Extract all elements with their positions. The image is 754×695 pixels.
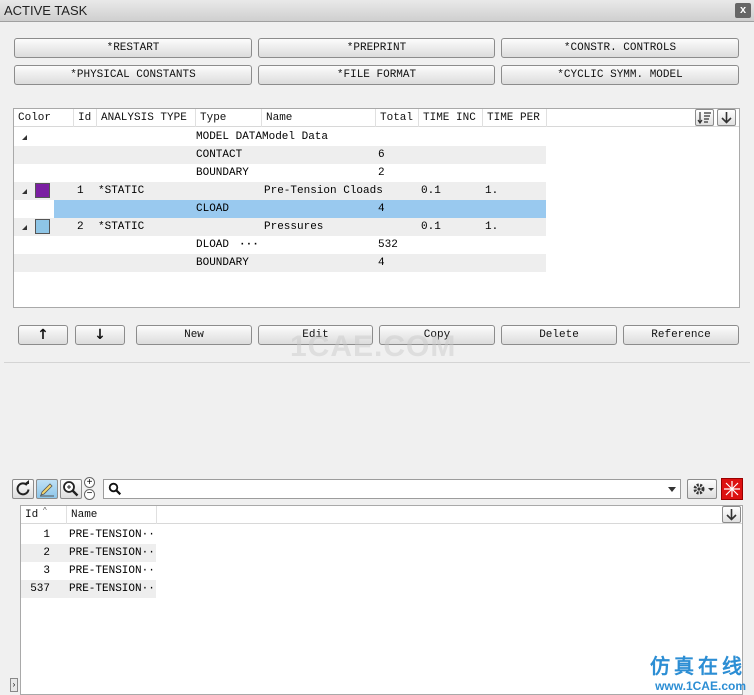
col-total[interactable]: Total bbox=[376, 109, 419, 127]
col-id[interactable]: Id bbox=[74, 109, 97, 127]
set-list[interactable]: Id ^ Name 1 PRE-TENSION·· 2 PRE-TENSION·… bbox=[20, 505, 743, 695]
collapse-arrow-icon[interactable] bbox=[717, 109, 736, 126]
col-name[interactable]: Name bbox=[67, 506, 157, 524]
delete-button[interactable]: Delete bbox=[501, 325, 617, 345]
preprint-button[interactable]: *PREPRINT bbox=[258, 38, 495, 58]
highlight-icon[interactable] bbox=[36, 479, 58, 499]
zoom-icon[interactable] bbox=[60, 479, 82, 499]
col-name[interactable]: Name bbox=[262, 109, 376, 127]
row-type: BOUNDARY bbox=[196, 167, 249, 179]
row-total: 6 bbox=[378, 149, 385, 161]
row-analysis-type: *STATIC bbox=[98, 221, 145, 233]
color-swatch[interactable] bbox=[35, 183, 50, 198]
burst-icon[interactable] bbox=[721, 478, 743, 500]
row-type: BOUNDARY bbox=[196, 257, 249, 269]
move-down-button[interactable]: ↓ bbox=[75, 325, 125, 345]
row-total: 4 bbox=[378, 257, 385, 269]
move-up-button[interactable]: ↑ bbox=[18, 325, 68, 345]
refresh-icon[interactable] bbox=[12, 479, 34, 499]
set-browser-panel: + − Id ^ Name 1 PRE-TENSION·· 2 PRE-TENS… bbox=[0, 470, 754, 695]
item-id: 1 bbox=[43, 529, 50, 541]
reference-button[interactable]: Reference bbox=[623, 325, 739, 345]
cyclic-symm-model-button[interactable]: *CYCLIC SYMM. MODEL bbox=[501, 65, 739, 85]
item-name: PRE-TENSION·· bbox=[69, 565, 155, 577]
row-time-per: 1. bbox=[485, 185, 499, 197]
row-id: 1 bbox=[77, 185, 84, 197]
panel-toggle-icon[interactable]: › bbox=[10, 678, 18, 692]
analysis-tree[interactable]: Color Id ANALYSIS TYPE Type Name Total T… bbox=[13, 108, 740, 308]
tree-row[interactable]: CONTACT 6 bbox=[14, 146, 546, 164]
col-type[interactable]: Type bbox=[196, 109, 262, 127]
gear-icon[interactable] bbox=[687, 479, 717, 499]
list-header: Id ^ Name bbox=[21, 506, 742, 524]
row-type: CONTACT bbox=[196, 149, 243, 161]
list-item[interactable]: 537 PRE-TENSION·· bbox=[21, 580, 156, 598]
collapse-all-icon[interactable]: − bbox=[84, 489, 95, 500]
expand-all-icon[interactable]: + bbox=[84, 477, 95, 488]
sort-icon[interactable] bbox=[695, 109, 714, 126]
search-input[interactable] bbox=[103, 479, 681, 499]
brand-logo: 仿真在线 www.1CAE.com bbox=[650, 650, 746, 693]
close-icon[interactable]: x bbox=[735, 3, 751, 18]
row-type: CLOAD bbox=[196, 203, 230, 215]
item-id: 2 bbox=[43, 547, 50, 559]
tree-row[interactable]: MODEL DATA Model Data bbox=[14, 128, 546, 146]
watermark: 1CAE.COM bbox=[290, 330, 457, 363]
col-time-per[interactable]: TIME PER bbox=[483, 109, 547, 127]
row-type: MODEL DATA bbox=[196, 131, 263, 143]
tree-row[interactable]: 1 *STATIC Pre-Tension Cloads 0.1 1. bbox=[14, 182, 546, 200]
restart-button[interactable]: *RESTART bbox=[14, 38, 252, 58]
tree-row-selected[interactable]: CLOAD 4 bbox=[54, 200, 546, 218]
item-id: 3 bbox=[43, 565, 50, 577]
list-item[interactable]: 3 PRE-TENSION·· bbox=[21, 562, 156, 580]
tree-header: Color Id ANALYSIS TYPE Type Name Total T… bbox=[14, 109, 739, 127]
collapse-arrow-icon[interactable] bbox=[722, 506, 741, 523]
row-name: Model Data bbox=[262, 131, 329, 143]
item-name: PRE-TENSION·· bbox=[69, 547, 155, 559]
col-color[interactable]: Color bbox=[14, 109, 74, 127]
constr-controls-button[interactable]: *CONSTR. CONTROLS bbox=[501, 38, 739, 58]
tree-row[interactable]: BOUNDARY 4 bbox=[14, 254, 546, 272]
tree-row[interactable]: DLOAD ··· 532 bbox=[14, 236, 546, 254]
row-time-inc: 0.1 bbox=[421, 221, 441, 233]
tree-row[interactable]: 2 *STATIC Pressures 0.1 1. bbox=[14, 218, 546, 236]
row-total: 4 bbox=[378, 203, 385, 215]
row-id: 2 bbox=[77, 221, 84, 233]
window-title: ACTIVE TASK bbox=[4, 3, 88, 18]
col-time-inc[interactable]: TIME INC bbox=[419, 109, 483, 127]
expand-icon[interactable] bbox=[21, 128, 29, 146]
col-analysis-type[interactable]: ANALYSIS TYPE bbox=[97, 109, 196, 127]
row-analysis-type: *STATIC bbox=[98, 185, 145, 197]
physical-constants-button[interactable]: *PHYSICAL CONSTANTS bbox=[14, 65, 252, 85]
row-type: DLOAD bbox=[196, 239, 230, 251]
row-time-inc: 0.1 bbox=[421, 185, 441, 197]
new-button[interactable]: New bbox=[136, 325, 252, 345]
row-total: 2 bbox=[378, 167, 385, 179]
dropdown-arrow-icon[interactable] bbox=[668, 487, 676, 492]
list-item[interactable]: 1 PRE-TENSION·· bbox=[21, 526, 156, 544]
list-item[interactable]: 2 PRE-TENSION·· bbox=[21, 544, 156, 562]
expand-icon[interactable] bbox=[21, 218, 29, 236]
brand-cn: 仿真在线 bbox=[650, 654, 746, 678]
row-total: 532 bbox=[378, 239, 398, 251]
item-name: PRE-TENSION·· bbox=[69, 529, 155, 541]
sort-ascending-icon: ^ bbox=[43, 506, 47, 515]
title-bar: ACTIVE TASK x bbox=[0, 0, 754, 22]
color-swatch[interactable] bbox=[35, 219, 50, 234]
file-format-button[interactable]: *FILE FORMAT bbox=[258, 65, 495, 85]
row-name: Pressures bbox=[264, 221, 324, 233]
item-name: PRE-TENSION·· bbox=[69, 583, 155, 595]
brand-url: www.1CAE.com bbox=[655, 679, 746, 693]
ellipsis-icon[interactable]: ··· bbox=[239, 236, 259, 254]
expand-icon[interactable] bbox=[21, 182, 29, 200]
item-id: 537 bbox=[30, 583, 50, 595]
search-icon bbox=[108, 482, 122, 499]
row-time-per: 1. bbox=[485, 221, 499, 233]
tree-row[interactable]: BOUNDARY 2 bbox=[14, 164, 546, 182]
row-name: Pre-Tension Cloads bbox=[264, 185, 383, 197]
